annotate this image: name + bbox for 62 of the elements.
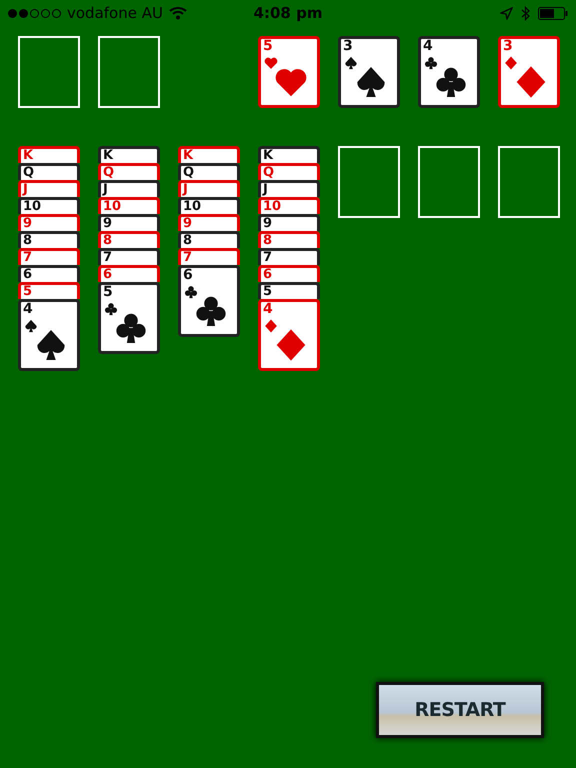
- playing-card[interactable]: 5: [18, 282, 80, 299]
- playing-card[interactable]: 7: [98, 248, 160, 265]
- card-slot[interactable]: [98, 36, 160, 108]
- card-rank: 6: [183, 268, 193, 283]
- card-slot[interactable]: [18, 36, 80, 108]
- playing-card[interactable]: 5: [98, 282, 160, 354]
- playing-card[interactable]: 7: [178, 248, 240, 265]
- wifi-icon: [168, 6, 187, 20]
- playing-card[interactable]: Q: [258, 163, 320, 180]
- card-slot[interactable]: [338, 146, 400, 218]
- playing-card[interactable]: 10: [258, 197, 320, 214]
- playing-card[interactable]: 4: [18, 299, 80, 371]
- card-slot[interactable]: [498, 146, 560, 218]
- playing-card[interactable]: 6: [18, 265, 80, 282]
- battery-icon: [538, 6, 568, 20]
- playing-card[interactable]: K: [18, 146, 80, 163]
- playing-card[interactable]: 8: [258, 231, 320, 248]
- card-rank: 5: [263, 39, 273, 54]
- playing-card[interactable]: J: [18, 180, 80, 197]
- playing-card[interactable]: 9: [18, 214, 80, 231]
- playing-card[interactable]: K: [98, 146, 160, 163]
- playing-card[interactable]: 3: [338, 36, 400, 108]
- card-rank: 4: [263, 302, 273, 317]
- playing-card[interactable]: 8: [178, 231, 240, 248]
- playing-card[interactable]: J: [178, 180, 240, 197]
- clock-time: 4:08 pm: [254, 4, 322, 22]
- playing-card[interactable]: Q: [98, 163, 160, 180]
- playing-card[interactable]: 7: [18, 248, 80, 265]
- playing-card[interactable]: 4: [258, 299, 320, 371]
- card-rank: 5: [103, 285, 113, 300]
- playing-card[interactable]: 6: [98, 265, 160, 282]
- playing-card[interactable]: 6: [178, 265, 240, 337]
- playing-card[interactable]: J: [98, 180, 160, 197]
- playing-card[interactable]: 8: [98, 231, 160, 248]
- playing-card[interactable]: 9: [98, 214, 160, 231]
- carrier-name: vodafone AU: [67, 4, 163, 22]
- location-icon: [500, 6, 513, 20]
- playing-card[interactable]: 3: [498, 36, 560, 108]
- playing-card[interactable]: K: [178, 146, 240, 163]
- card-rank: 3: [503, 39, 513, 54]
- playing-card[interactable]: J: [258, 180, 320, 197]
- playing-card[interactable]: 8: [18, 231, 80, 248]
- playing-card[interactable]: 5: [258, 282, 320, 299]
- playing-card[interactable]: 5: [258, 36, 320, 108]
- playing-card[interactable]: Q: [178, 163, 240, 180]
- playing-card[interactable]: K: [258, 146, 320, 163]
- playing-card[interactable]: 10: [98, 197, 160, 214]
- restart-button[interactable]: RESTART: [376, 682, 544, 738]
- playing-card[interactable]: 10: [18, 197, 80, 214]
- playing-card[interactable]: Q: [18, 163, 80, 180]
- playing-card[interactable]: 4: [418, 36, 480, 108]
- playing-card[interactable]: 9: [258, 214, 320, 231]
- card-rank: 4: [423, 39, 433, 54]
- bluetooth-icon: [521, 6, 530, 20]
- card-slot[interactable]: [418, 146, 480, 218]
- card-rank: 4: [23, 302, 33, 317]
- playing-card[interactable]: 7: [258, 248, 320, 265]
- card-rank: 3: [343, 39, 353, 54]
- playing-card[interactable]: 6: [258, 265, 320, 282]
- signal-icon: [8, 8, 61, 18]
- playing-card[interactable]: 9: [178, 214, 240, 231]
- playing-card[interactable]: 10: [178, 197, 240, 214]
